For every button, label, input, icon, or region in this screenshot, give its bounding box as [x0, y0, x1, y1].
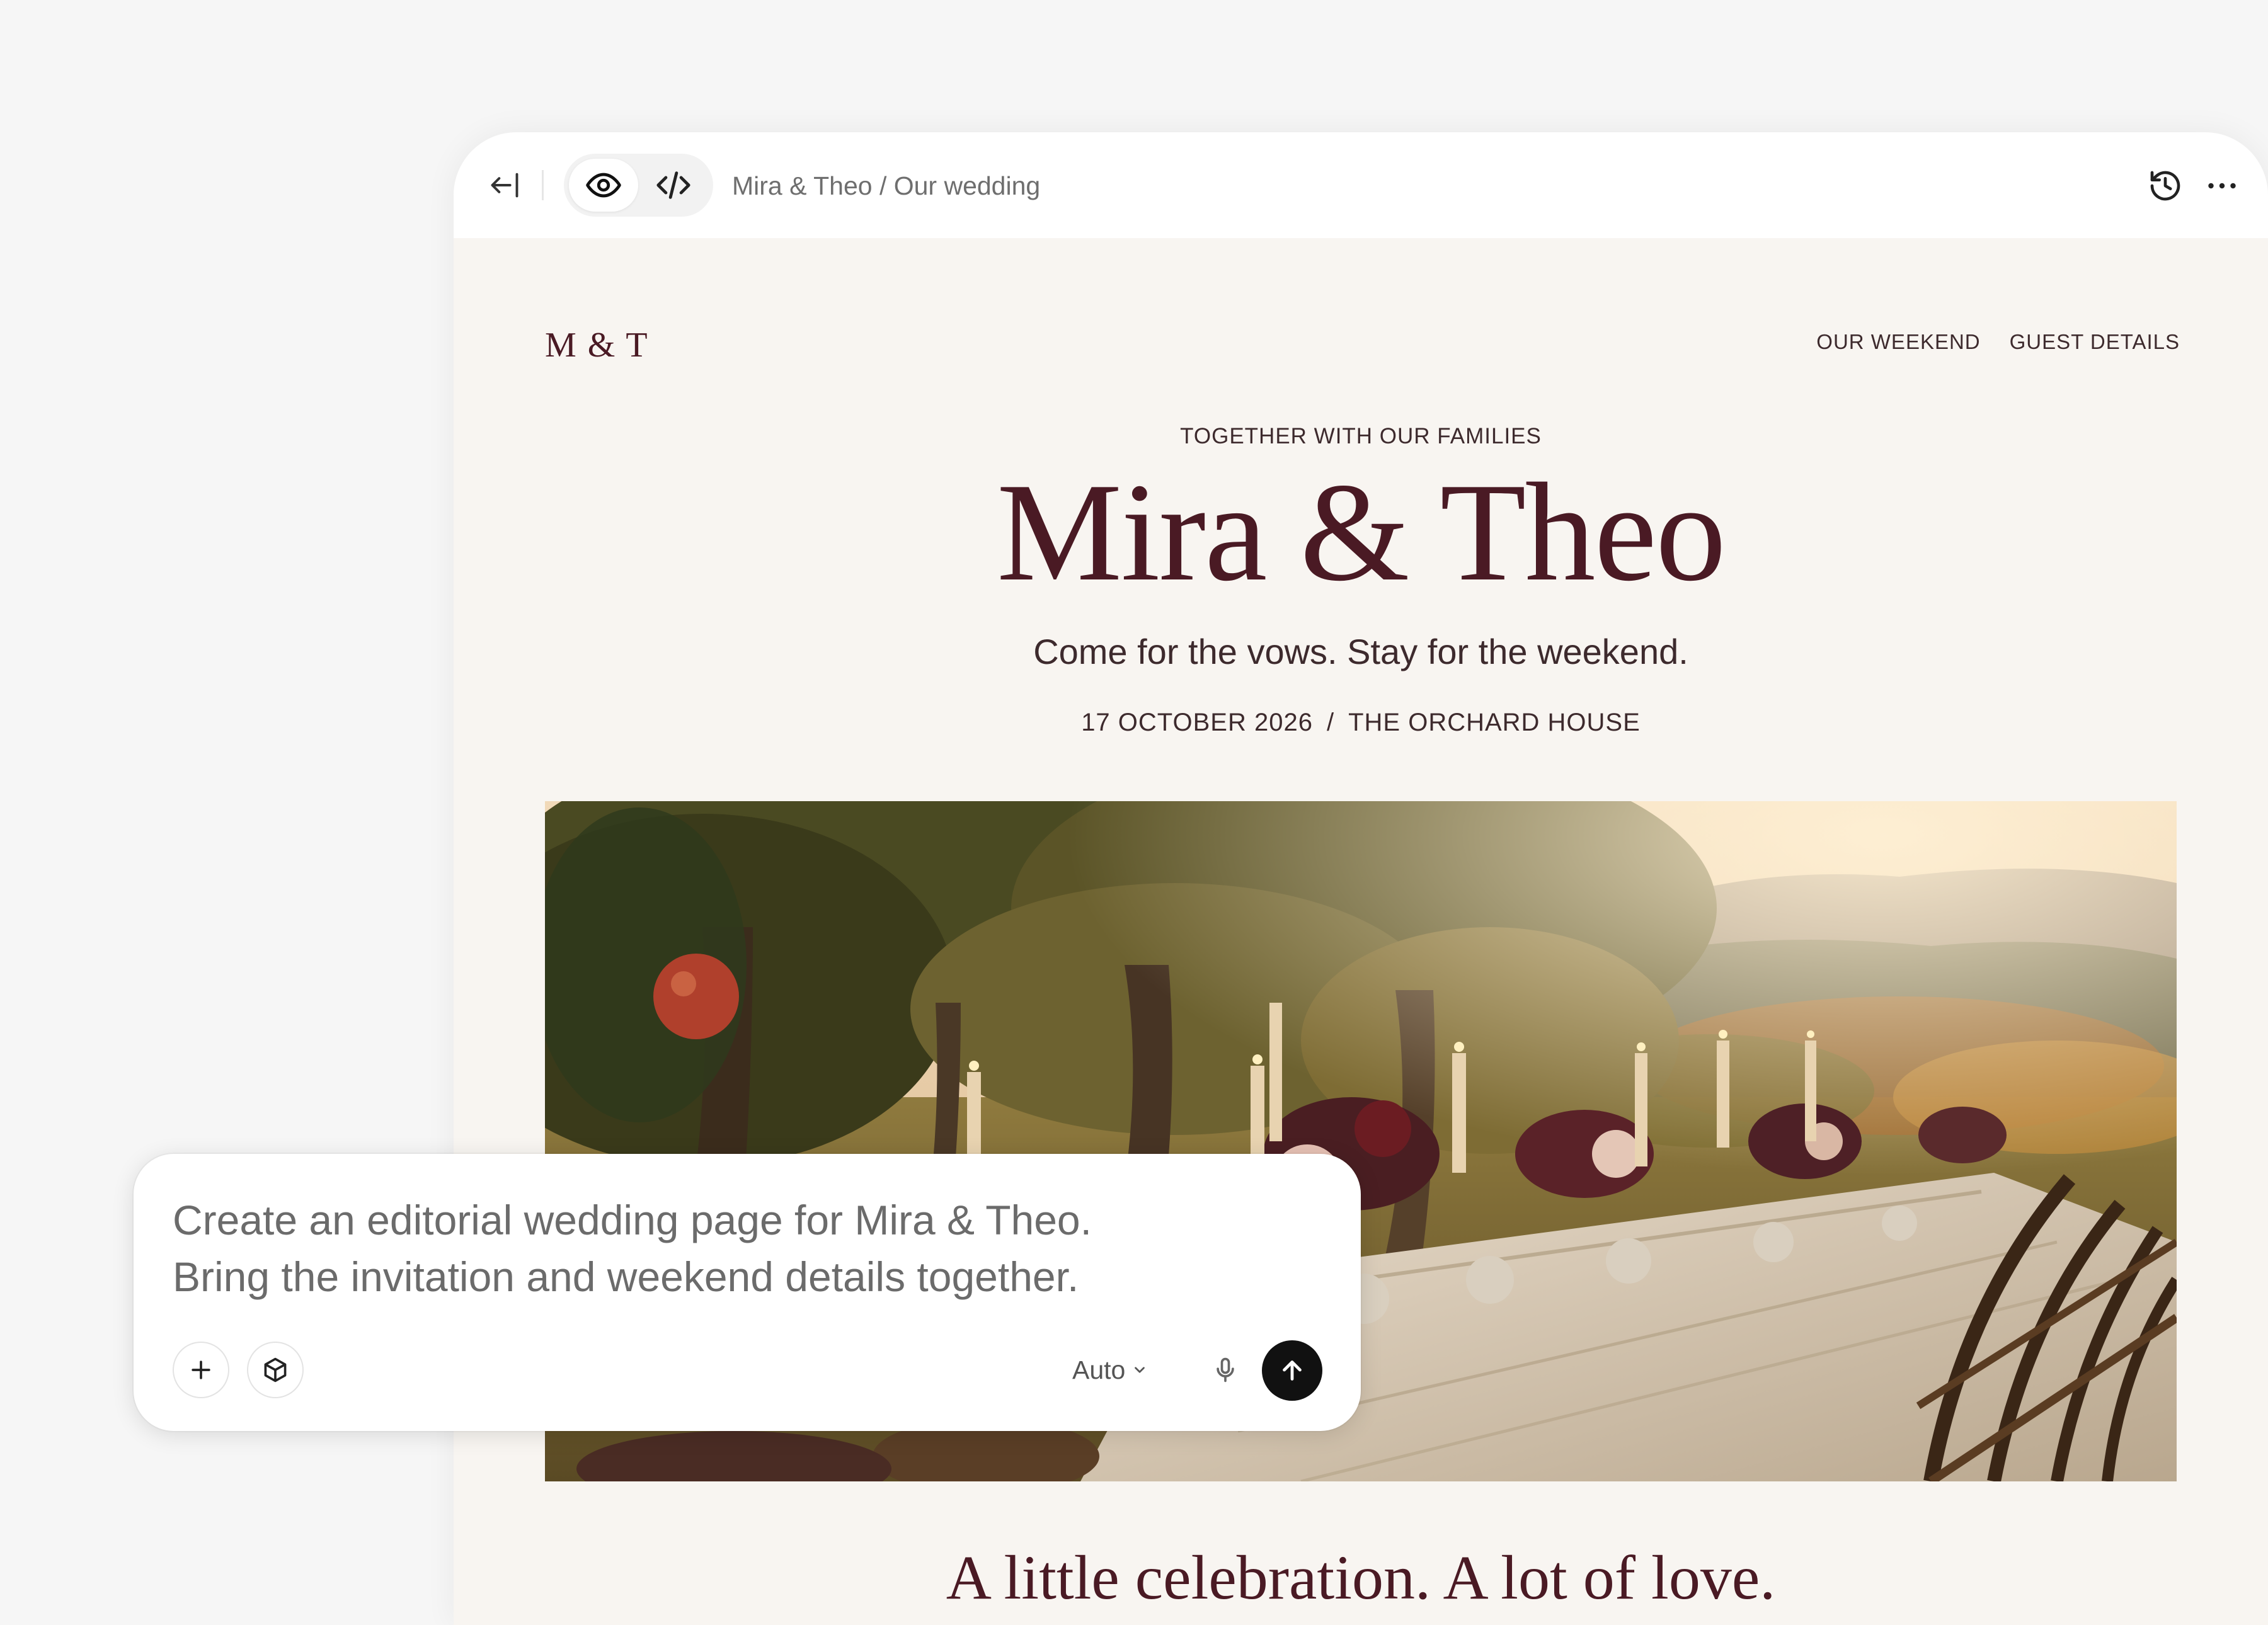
cube-icon [264, 1357, 287, 1383]
history-button[interactable] [2143, 164, 2187, 208]
prompt-line-1: Create an editorial wedding page for Mir… [173, 1197, 1092, 1243]
arrow-up-icon [1283, 1360, 1302, 1381]
nav-link-guest-details[interactable]: GUEST DETAILS [2010, 329, 2180, 355]
model-select[interactable]: Auto [1072, 1354, 1148, 1386]
send-button[interactable] [1262, 1340, 1322, 1401]
preview-mode-button[interactable] [569, 159, 638, 212]
more-options-button[interactable] [2200, 164, 2244, 208]
site-nav: OUR WEEKEND GUEST DETAILS [1816, 329, 2180, 355]
view-toggle [564, 154, 713, 217]
prompt-line-2: Bring the invitation and weekend details… [173, 1253, 1079, 1300]
breadcrumb: Mira & Theo / Our wedding [732, 171, 1041, 200]
components-button[interactable] [247, 1342, 304, 1398]
toolbar: Mira & Theo / Our wedding [454, 132, 2268, 238]
prompt-input[interactable]: Create an editorial wedding page for Mir… [173, 1192, 1319, 1305]
collapse-sidebar-icon [491, 173, 518, 198]
model-select-label: Auto [1072, 1355, 1126, 1384]
eye-icon [586, 173, 621, 198]
chevron-down-icon [1135, 1367, 1145, 1373]
history-icon [2150, 171, 2180, 201]
prompt-composer: Create an editorial wedding page for Mir… [134, 1154, 1361, 1431]
microphone-icon [1217, 1357, 1234, 1383]
collapse-sidebar-button[interactable] [482, 162, 527, 208]
site-logo[interactable]: M & T [545, 326, 649, 364]
code-mode-button[interactable] [639, 159, 708, 212]
add-attachment-button[interactable] [173, 1342, 229, 1398]
nav-link-our-weekend[interactable]: OUR WEEKEND [1816, 329, 1980, 355]
toolbar-divider [542, 170, 544, 200]
voice-input-button[interactable] [1198, 1343, 1252, 1397]
plus-icon [192, 1360, 210, 1379]
more-horizontal-icon [2208, 183, 2236, 189]
code-icon [656, 171, 690, 199]
